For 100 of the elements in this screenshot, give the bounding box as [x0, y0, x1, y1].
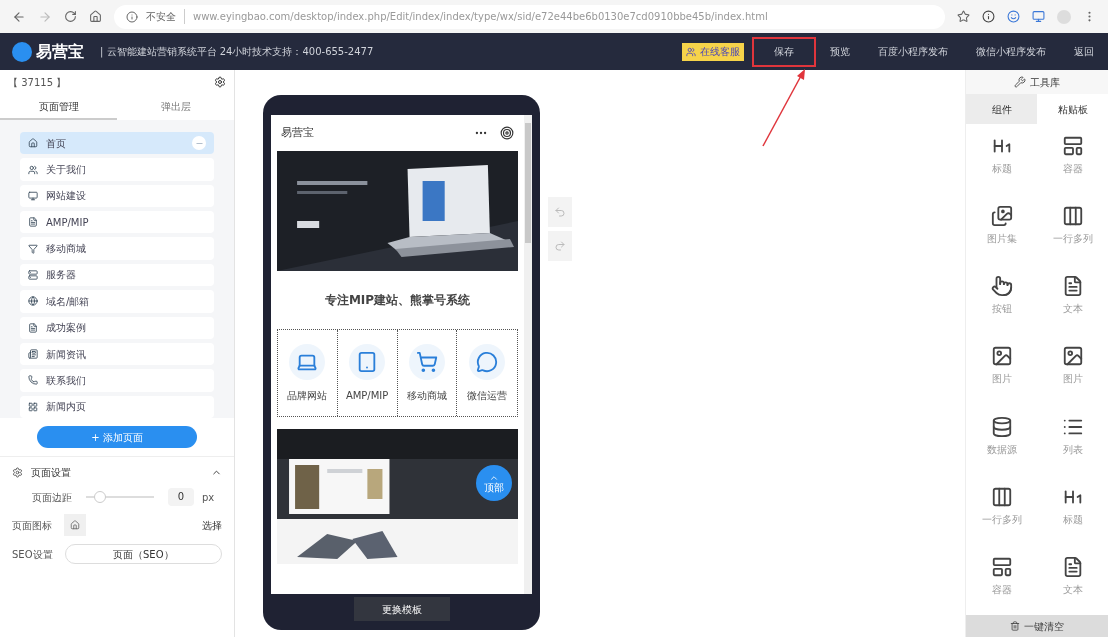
filter-icon — [28, 243, 38, 254]
feature-label: 品牌网站 — [287, 388, 328, 403]
collapse-icon[interactable] — [192, 136, 206, 151]
forward-icon[interactable] — [38, 9, 52, 24]
image-icon — [1061, 345, 1084, 368]
slider-thumb[interactable] — [93, 491, 106, 503]
monitor-icon — [28, 190, 38, 201]
feature-tile[interactable]: AMP/MIP — [337, 330, 398, 416]
field-label: 页面边距 — [32, 490, 72, 505]
redo-icon — [554, 240, 566, 252]
home-icon[interactable] — [89, 10, 102, 23]
page-label: 移动商城 — [46, 242, 87, 257]
info-icon — [126, 10, 138, 23]
home-icon — [28, 138, 38, 149]
wrench-icon — [1014, 76, 1026, 88]
reload-icon[interactable] — [64, 10, 77, 23]
star-icon[interactable] — [957, 10, 970, 23]
clear-all-button[interactable]: 一键清空 — [966, 615, 1108, 637]
header-slogan: | 云智能建站营销系统平台 24小时技术支持：400-655-2477 — [100, 45, 374, 59]
logo-text: 易营宝 — [36, 40, 84, 63]
header-action[interactable]: 保存 — [752, 36, 816, 67]
cart-icon — [415, 350, 438, 373]
tool-label: 容器 — [1062, 162, 1083, 176]
header-action[interactable]: 返回 — [1060, 36, 1108, 67]
feature-label: 微信运营 — [467, 388, 508, 403]
page-label: 服务器 — [46, 268, 77, 283]
columns-icon — [990, 485, 1013, 508]
tool-label: 容器 — [991, 582, 1012, 597]
page-item[interactable]: AMP/MIP — [20, 211, 214, 234]
scrollbar[interactable] — [524, 115, 532, 594]
info-icon[interactable] — [982, 10, 995, 23]
tool-label: 图片 — [1062, 372, 1083, 387]
page-item[interactable]: 联系我们 — [20, 369, 214, 392]
site-title: 易营宝 — [281, 124, 314, 141]
chat-icon — [476, 350, 499, 373]
trash-icon — [1010, 621, 1020, 631]
back-icon[interactable] — [12, 9, 26, 24]
screen-icon[interactable] — [1032, 10, 1045, 23]
section-title: 页面设置 — [31, 466, 72, 480]
url-text: www.eyingbao.com/desktop/index.php/Edit/index/index/type/wx/sid/e72e44be6b0130e7cd0910bbe45b/index.html — [193, 10, 768, 24]
margin-input[interactable]: 0 — [168, 488, 194, 506]
page-item[interactable]: 关于我们 — [20, 158, 214, 181]
security-label: 不安全 — [146, 9, 185, 24]
choose-button[interactable]: 选择 — [202, 517, 222, 533]
page-icon-preview[interactable] — [64, 514, 86, 536]
people-icon — [28, 164, 38, 175]
tool-label: 列表 — [1062, 442, 1083, 457]
page-label: 联系我们 — [46, 373, 87, 388]
page-label: AMP/MIP — [46, 215, 90, 230]
tool-label: 图片集 — [986, 232, 1017, 247]
columns-icon — [1061, 205, 1084, 228]
feature-tile[interactable]: 移动商城 — [397, 330, 458, 416]
person-icon — [686, 46, 696, 57]
feature-tile[interactable]: 微信运营 — [457, 330, 517, 416]
settings-icon[interactable] — [214, 76, 226, 88]
pointer-icon — [990, 275, 1013, 298]
tool-label: 标题 — [1062, 512, 1083, 527]
grid-icon — [28, 401, 38, 412]
tool-label: 文本 — [1062, 582, 1083, 597]
layout-icon — [1061, 135, 1084, 157]
tool-label: 按钮 — [991, 302, 1012, 317]
newspaper-icon — [28, 349, 38, 360]
caret-icon — [489, 473, 499, 483]
page-item[interactable]: 网站建设 — [20, 184, 214, 208]
target-icon[interactable] — [500, 126, 514, 140]
document-icon — [28, 217, 38, 228]
page-item[interactable]: 移动商城 — [20, 237, 214, 260]
unit-label: px — [202, 490, 215, 505]
document-icon — [28, 322, 38, 333]
page-item[interactable]: 服务器 — [20, 263, 214, 287]
globe-icon — [28, 296, 38, 307]
page-label: 关于我们 — [46, 163, 87, 178]
page-item[interactable]: 新闻内页 — [20, 395, 214, 418]
page-label: 网站建设 — [46, 189, 87, 204]
page-item[interactable]: 成功案例 — [20, 316, 214, 339]
page-item[interactable]: 首页 — [20, 132, 214, 155]
feature-label: AMP/MIP — [345, 388, 389, 403]
change-template-button[interactable]: 更换模板 — [353, 597, 450, 621]
address-bar[interactable]: 不安全 www.eyingbao.com/desktop/index.php/Edit/index/index/type/wx/sid/e72e44be6b0130e7cd0910bbe45b/index.html — [114, 4, 945, 29]
sidebar-tab[interactable]: 页面管理 — [0, 94, 117, 120]
tagline: 专注MIP建站、熊掌号系统 — [324, 292, 471, 309]
home-icon — [70, 520, 80, 530]
page-label: 新闻资讯 — [46, 347, 87, 362]
page-label: 域名/邮箱 — [46, 294, 91, 309]
field-label: SEO设置 — [12, 547, 53, 562]
header-action[interactable]: 预览 — [816, 36, 864, 67]
header-action[interactable]: 微信小程序发布 — [962, 36, 1060, 67]
header-action[interactable]: 百度小程序发布 — [864, 36, 962, 67]
page-label: 新闻内页 — [46, 400, 87, 415]
toolbox-tab[interactable]: 组件 — [966, 94, 1037, 124]
tool-label: 文本 — [1062, 302, 1083, 317]
feature-tile[interactable]: 品牌网站 — [278, 330, 338, 416]
online-service-button[interactable]: 在线客服 — [682, 42, 744, 61]
page-item[interactable]: 新闻资讯 — [20, 342, 214, 366]
page-item[interactable]: 域名/邮箱 — [20, 290, 214, 313]
tool-label: 数据源 — [986, 442, 1017, 457]
database-icon — [990, 415, 1013, 438]
tool-label: 图片 — [991, 372, 1012, 387]
sidebar-tab[interactable]: 弹出层 — [117, 94, 234, 120]
page-label: 成功案例 — [46, 321, 87, 336]
